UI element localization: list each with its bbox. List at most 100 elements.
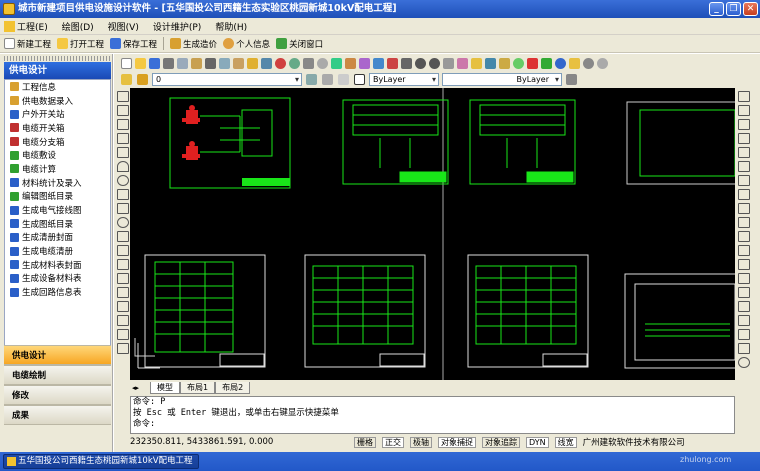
tab-layout2[interactable]: 布局2	[215, 381, 251, 394]
list-item-cable-calc[interactable]: 电缆计算	[5, 162, 110, 176]
layer-state-icon[interactable]	[137, 74, 148, 85]
cut-icon[interactable]	[205, 57, 216, 69]
new-drawing-icon[interactable]	[121, 57, 132, 69]
rotate-icon[interactable]	[738, 175, 750, 186]
revision-cloud-icon[interactable]	[117, 189, 129, 200]
fillet-icon[interactable]	[738, 287, 750, 298]
mtext-icon[interactable]	[117, 329, 129, 340]
layer-previous-icon[interactable]	[322, 74, 333, 85]
tab-modify[interactable]: 修改	[4, 385, 111, 405]
new-project-button[interactable]: 新建工程	[4, 38, 51, 50]
menu-help[interactable]: 帮助(H)	[215, 20, 247, 33]
snap-center-icon[interactable]	[738, 357, 750, 368]
layer-manager-icon[interactable]	[471, 57, 482, 69]
ellipse-icon[interactable]	[117, 217, 129, 228]
zoom-previous-icon[interactable]	[317, 57, 328, 69]
toggle-otrack[interactable]: 对象追踪	[482, 436, 520, 448]
personal-info-button[interactable]: 个人信息	[223, 38, 270, 50]
arc-icon[interactable]	[117, 161, 129, 172]
restore-button[interactable]: ❐	[726, 2, 741, 16]
close-button[interactable]: ✕	[743, 2, 758, 16]
list-item-gen-wiring-diagram[interactable]: 生成电气接线图	[5, 203, 110, 217]
save-project-button[interactable]: 保存工程	[110, 38, 157, 50]
snap-icon[interactable]	[457, 57, 468, 69]
rectangle-icon[interactable]	[117, 147, 129, 158]
circle-icon[interactable]	[117, 175, 129, 186]
toggle-osnap[interactable]: 对象捕捉	[438, 436, 476, 448]
print-icon[interactable]	[163, 57, 174, 69]
close-window-button[interactable]: 关闭窗口	[276, 38, 323, 50]
toggle-lineweight[interactable]: 线宽	[554, 436, 577, 448]
array-icon[interactable]	[738, 147, 750, 158]
table-tool-icon[interactable]	[117, 343, 129, 354]
list-item-gen-equipment-table[interactable]: 生成设备材料表	[5, 272, 110, 286]
grip-icon[interactable]	[485, 57, 496, 69]
hatch-tool-icon[interactable]	[117, 287, 129, 298]
menu-draw[interactable]: 绘图(D)	[62, 20, 94, 33]
menu-view[interactable]: 视图(V)	[108, 20, 139, 33]
offset-icon[interactable]	[738, 133, 750, 144]
line-tool-icon[interactable]	[117, 91, 129, 102]
list-item-project-info[interactable]: 工程信息	[5, 80, 110, 94]
chamfer-icon[interactable]	[738, 273, 750, 284]
list-item-outdoor-switch-station[interactable]: 户外开关站	[5, 107, 110, 121]
list-item-cable-switch-box[interactable]: 电缆开关箱	[5, 121, 110, 135]
help-icon[interactable]	[555, 57, 566, 69]
polyline-icon[interactable]	[117, 119, 129, 130]
stretch-icon[interactable]	[738, 203, 750, 214]
taskbar-window-button[interactable]: 五华国投公司西籍生态桃园新城10kV配电工程	[3, 454, 199, 469]
region-tool-icon[interactable]	[117, 315, 129, 326]
scale-icon[interactable]	[738, 189, 750, 200]
toggle-grid[interactable]: 栅格	[354, 436, 376, 448]
panel-grip[interactable]	[4, 56, 111, 61]
markup-icon[interactable]	[387, 57, 398, 69]
dimension-icon[interactable]	[738, 315, 750, 326]
open-project-button[interactable]: 打开工程	[57, 38, 104, 50]
design-center-icon[interactable]	[345, 57, 356, 69]
list-item-gen-material-cover[interactable]: 生成材料表封面	[5, 258, 110, 272]
list-item-material-stats[interactable]: 材料统计及录入	[5, 176, 110, 190]
make-current-layer-icon[interactable]	[306, 74, 317, 85]
point-icon[interactable]	[117, 273, 129, 284]
zoom-realtime-icon[interactable]	[275, 57, 286, 69]
zoom-window-icon[interactable]	[289, 57, 300, 69]
pan-icon[interactable]	[303, 57, 314, 69]
make-block-icon[interactable]	[117, 259, 129, 270]
tab-scroll-arrows[interactable]: ◂▸	[130, 384, 150, 392]
cad-drawing-canvas[interactable]	[130, 88, 735, 380]
properties-icon[interactable]	[331, 57, 342, 69]
move-icon[interactable]	[738, 161, 750, 172]
tab-layout1[interactable]: 布局1	[180, 381, 216, 394]
insert-block-icon[interactable]	[117, 245, 129, 256]
gradient-icon[interactable]	[117, 301, 129, 312]
tab-power-design[interactable]: 供电设计	[4, 345, 111, 365]
hatch-icon[interactable]	[541, 57, 552, 69]
layer-select[interactable]: 0	[152, 73, 302, 86]
tool-palette-icon[interactable]	[359, 57, 370, 69]
lineweight-icon[interactable]	[566, 74, 577, 85]
snap-midpoint-icon[interactable]	[738, 343, 750, 354]
erase-icon[interactable]	[738, 91, 750, 102]
menu-design-maintenance[interactable]: 设计维护(P)	[153, 20, 201, 33]
command-prompt[interactable]: 命令:	[133, 419, 734, 430]
extend-icon[interactable]	[738, 231, 750, 242]
command-window[interactable]: 命令: P 按 Esc 或 Enter 键退出，或单击右键显示快捷菜单 命令:	[130, 396, 735, 434]
break-icon[interactable]	[738, 245, 750, 256]
bold-icon[interactable]	[569, 57, 580, 69]
undo-icon[interactable]	[415, 57, 426, 69]
polygon-icon[interactable]	[117, 133, 129, 144]
publish-icon[interactable]	[191, 57, 202, 69]
list-item-cable-laying[interactable]: 电缆敷设	[5, 148, 110, 162]
list-item-gen-circuit-table[interactable]: 生成回路信息表	[5, 285, 110, 299]
linetype-select[interactable]: ByLayer	[442, 73, 562, 86]
distance-icon[interactable]	[443, 57, 454, 69]
orbit-icon[interactable]	[513, 57, 524, 69]
list-item-data-entry[interactable]: 供电数据录入	[5, 94, 110, 108]
layer-properties-icon[interactable]	[121, 74, 132, 85]
list-item-gen-cable-list[interactable]: 生成电缆清册	[5, 244, 110, 258]
trim-icon[interactable]	[738, 217, 750, 228]
open-icon[interactable]	[135, 57, 146, 69]
region-icon[interactable]	[583, 57, 594, 69]
generate-cost-button[interactable]: 生成造价	[170, 38, 217, 50]
explode-icon[interactable]	[738, 301, 750, 312]
